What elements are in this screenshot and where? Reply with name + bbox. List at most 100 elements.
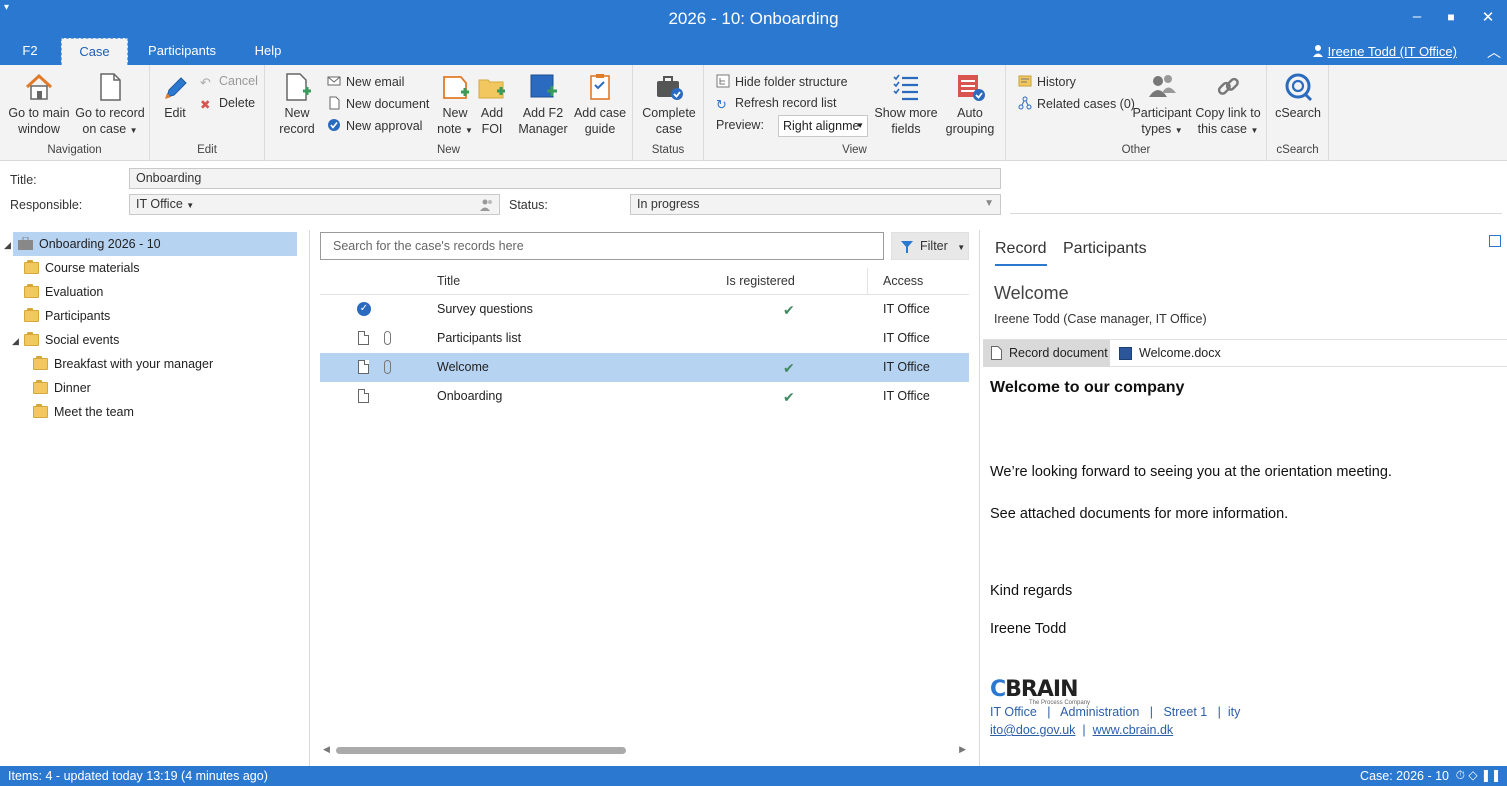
tree-item[interactable]: Dinner bbox=[33, 376, 91, 400]
tab-case[interactable]: Case bbox=[61, 38, 128, 65]
ribbon-group-edit: Edit ↶ Cancel ✖ Delete Edit bbox=[150, 65, 265, 161]
dropdown-arrow-icon[interactable]: ▼ bbox=[186, 201, 194, 210]
table-row[interactable]: Welcome ✔ IT Office bbox=[320, 353, 969, 382]
column-divider bbox=[867, 268, 868, 294]
go-to-main-window-button[interactable]: Go to main window bbox=[6, 71, 72, 137]
collapse-arrow-icon[interactable]: ◢ bbox=[4, 240, 11, 251]
new-approval-button[interactable]: New approval bbox=[327, 118, 422, 133]
status-items: Items: 4 - updated today 13:19 (4 minute… bbox=[8, 769, 268, 783]
undo-icon: ↶ bbox=[200, 75, 211, 90]
tag-icon[interactable]: ◇ bbox=[1468, 768, 1477, 782]
new-note-button[interactable]: New note ▼ bbox=[437, 71, 473, 139]
csearch-button[interactable]: cSearch bbox=[1271, 71, 1325, 121]
new-record-button[interactable]: New record bbox=[275, 71, 319, 137]
tab-participants[interactable]: Participants bbox=[142, 38, 222, 65]
column-header-title[interactable]: Title bbox=[437, 274, 460, 288]
refresh-record-list-button[interactable]: ↻ Refresh record list bbox=[716, 96, 836, 112]
tree-item[interactable]: Meet the team bbox=[33, 400, 134, 424]
title-field[interactable]: Onboarding bbox=[129, 168, 1001, 189]
related-cases-button[interactable]: Related cases (0) bbox=[1018, 96, 1135, 111]
ribbon-tabs: F2 Case Participants Help Ireene Todd (I… bbox=[0, 38, 1507, 65]
tree-root[interactable]: Onboarding 2026 - 10 bbox=[13, 232, 297, 256]
email-icon bbox=[327, 76, 341, 86]
tab-record[interactable]: Record bbox=[995, 240, 1047, 266]
participant-types-button[interactable]: Participant types ▼ bbox=[1130, 71, 1194, 139]
attachment-icon bbox=[384, 331, 391, 345]
column-header-access[interactable]: Access bbox=[883, 274, 923, 288]
clipboard-icon bbox=[590, 74, 610, 100]
show-more-fields-button[interactable]: Show more fields bbox=[874, 71, 938, 137]
row-access: IT Office bbox=[883, 360, 930, 374]
tree-item[interactable]: Breakfast with your manager bbox=[33, 352, 213, 376]
f2-manager-icon bbox=[530, 74, 557, 98]
user-link[interactable]: Ireene Todd (IT Office) bbox=[1312, 44, 1457, 59]
website-link[interactable]: www.cbrain.dk bbox=[1093, 723, 1174, 737]
tree-item[interactable]: Participants bbox=[24, 304, 110, 328]
tab-welcome-docx[interactable]: Welcome.docx bbox=[1113, 340, 1243, 367]
table-row[interactable]: Participants list IT Office bbox=[320, 324, 969, 353]
hide-folder-label: Hide folder structure bbox=[735, 75, 848, 89]
folder-icon bbox=[33, 404, 48, 418]
add-case-guide-button[interactable]: Add case guide bbox=[572, 71, 628, 137]
status-select[interactable]: In progress ▼ bbox=[630, 194, 1001, 215]
new-document-button[interactable]: New document bbox=[327, 96, 429, 111]
tab-participants-preview[interactable]: Participants bbox=[1063, 240, 1147, 258]
participants-picker-icon[interactable] bbox=[480, 198, 494, 212]
row-title: Participants list bbox=[437, 331, 522, 345]
folder-icon bbox=[24, 260, 39, 274]
edit-button[interactable]: Edit bbox=[158, 71, 192, 121]
collapse-ribbon-icon[interactable]: ︿ bbox=[1487, 42, 1501, 62]
auto-grouping-button[interactable]: Auto grouping bbox=[942, 71, 998, 137]
tab-record-document[interactable]: Record document bbox=[983, 340, 1110, 367]
column-header-registered[interactable]: Is registered bbox=[726, 274, 795, 288]
attachment-icon bbox=[384, 360, 391, 374]
tab-help[interactable]: Help bbox=[245, 38, 291, 65]
folder-icon bbox=[24, 284, 39, 298]
cancel-button[interactable]: ↶ Cancel bbox=[200, 74, 258, 90]
scrollbar-thumb[interactable] bbox=[336, 747, 626, 754]
copy-link-button[interactable]: Copy link to this case ▼ bbox=[1194, 71, 1262, 139]
scroll-right-icon[interactable]: ▶ bbox=[959, 744, 966, 755]
minimize-button[interactable]: – bbox=[1402, 8, 1432, 25]
tree-item-label: Social events bbox=[45, 333, 120, 347]
ribbon-group-status: Complete case Status bbox=[633, 65, 704, 161]
collapse-arrow-icon[interactable]: ◢ bbox=[12, 336, 19, 347]
popout-icon[interactable] bbox=[1489, 235, 1501, 247]
pause-icon[interactable]: ❚❚ bbox=[1481, 768, 1501, 782]
divider bbox=[1010, 213, 1502, 214]
add-f2-label-2: Manager bbox=[518, 122, 568, 136]
maximize-button[interactable]: ■ bbox=[1436, 10, 1466, 24]
table-row[interactable]: ✓ Survey questions ✔ IT Office bbox=[320, 295, 969, 324]
filter-button[interactable]: Filter ▼ bbox=[891, 232, 969, 260]
close-button[interactable]: ✕ bbox=[1473, 8, 1503, 26]
new-email-label: New email bbox=[346, 75, 405, 89]
tab-f2[interactable]: F2 bbox=[12, 38, 48, 65]
hide-folder-structure-button[interactable]: Hide folder structure bbox=[716, 74, 848, 89]
add-f2-manager-button[interactable]: Add F2 Manager bbox=[515, 71, 571, 137]
tree-item[interactable]: Social events bbox=[24, 328, 119, 352]
footer-separator: | bbox=[1082, 723, 1086, 737]
complete-case-button[interactable]: Complete case bbox=[639, 71, 699, 137]
registered-check-icon: ✔ bbox=[783, 389, 795, 405]
history-button[interactable]: History bbox=[1018, 74, 1076, 89]
tree-item[interactable]: Course materials bbox=[24, 256, 139, 280]
title-label: Title: bbox=[10, 173, 37, 187]
group-label: Navigation bbox=[47, 144, 102, 156]
timer-icon[interactable]: ⏱ bbox=[1456, 768, 1465, 782]
preview-select[interactable]: Right alignme ▼ bbox=[778, 115, 868, 137]
records-search-input[interactable]: Search for the case's records here bbox=[320, 232, 884, 260]
responsible-label: Responsible: bbox=[10, 198, 83, 212]
add-foi-button[interactable]: Add FOI bbox=[475, 71, 509, 137]
note-icon bbox=[443, 76, 469, 99]
email-link[interactable]: ito@doc.gov.uk bbox=[990, 723, 1075, 737]
horizontal-scrollbar[interactable]: ◀ ▶ bbox=[320, 744, 969, 756]
table-row[interactable]: Onboarding ✔ IT Office bbox=[320, 382, 969, 411]
tab-welcome-docx-label: Welcome.docx bbox=[1139, 346, 1221, 360]
dropdown-arrow-icon: ▼ bbox=[129, 126, 138, 135]
delete-button[interactable]: ✖ Delete bbox=[200, 96, 255, 112]
responsible-field[interactable]: IT Office ▼ bbox=[129, 194, 500, 215]
new-email-button[interactable]: New email bbox=[327, 74, 404, 89]
scroll-left-icon[interactable]: ◀ bbox=[323, 744, 330, 755]
tree-item[interactable]: Evaluation bbox=[24, 280, 103, 304]
go-to-record-button[interactable]: Go to record on case ▼ bbox=[74, 71, 146, 139]
